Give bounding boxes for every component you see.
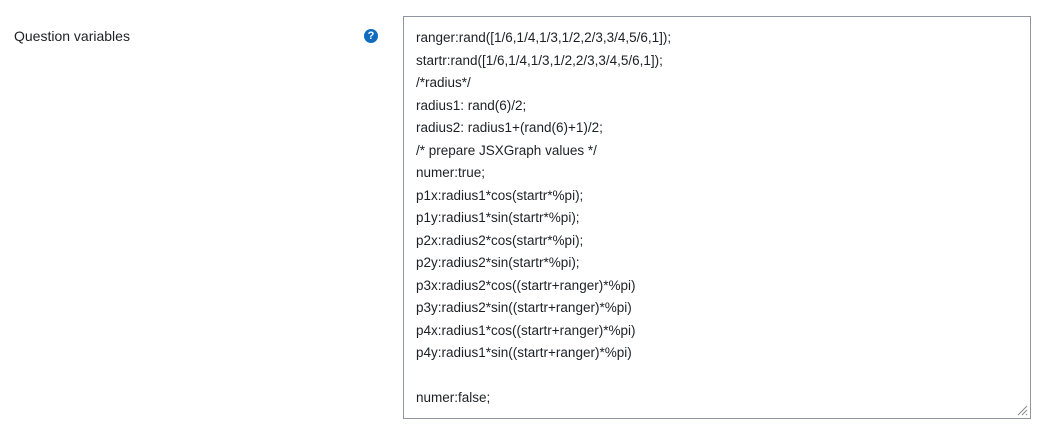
code-line: /*radius*/ — [416, 75, 471, 90]
code-line: p1x:radius1*cos(startr*%pi); — [416, 187, 584, 203]
code-line: p2y:radius2*sin(startr*%pi); — [416, 255, 580, 270]
code-line: p1y:radius1*sin(startr*%pi); — [416, 210, 580, 225]
code-line: p4y:radius1*sin((startr+ranger)*%pi) — [416, 345, 632, 360]
code-line: radius2: radius1+(rand(6)+1)/2; — [416, 120, 603, 135]
question-variables-label: Question variables — [14, 28, 130, 44]
question-circle-icon[interactable]: ? — [364, 29, 378, 43]
code-line: /* prepare JSXGraph values */ — [416, 142, 597, 158]
code-line: numer:false; — [416, 390, 491, 405]
code-line: radius1: rand(6)/2; — [416, 97, 527, 113]
code-line: p3x:radius2*cos((startr+ranger)*%pi) — [416, 277, 636, 293]
resize-handle-icon[interactable] — [1016, 404, 1028, 416]
code-line: startr:rand([1/6,1/4,1/3,1/2,2/3,3/4,5/6… — [416, 52, 663, 68]
code-line: p2x:radius2*cos(startr*%pi); — [416, 232, 584, 248]
code-line: p3y:radius2*sin((startr+ranger)*%pi) — [416, 300, 632, 315]
code-lines: ranger:rand([1/6,1/4,1/3,1/2,2/3,3/4,5/6… — [416, 27, 671, 410]
question-variables-textarea[interactable]: ranger:rand([1/6,1/4,1/3,1/2,2/3,3/4,5/6… — [403, 16, 1031, 419]
code-line: numer:true; — [416, 165, 486, 180]
code-line: p4x:radius1*cos((startr+ranger)*%pi) — [416, 322, 636, 338]
code-line: ranger:rand([1/6,1/4,1/3,1/2,2/3,3/4,5/6… — [416, 30, 672, 45]
